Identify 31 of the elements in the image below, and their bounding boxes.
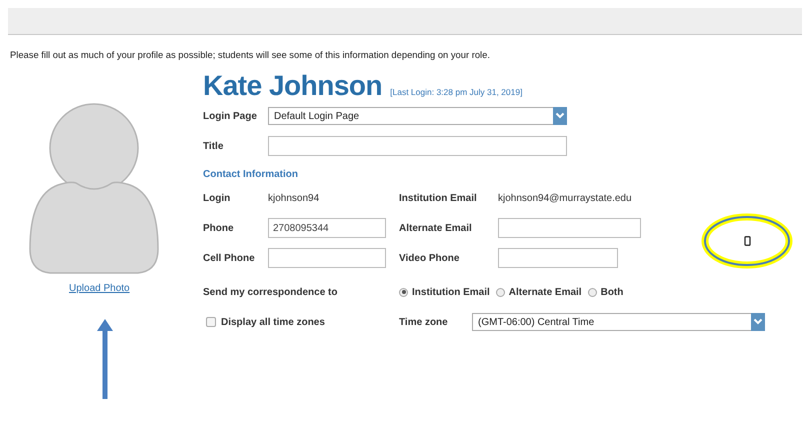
field-value: kjohnson94 <box>268 192 320 204</box>
field-label: Time zone <box>399 316 449 328</box>
caret-icon <box>751 313 765 331</box>
intro-text: Please fill out as much of your profile as possible; students will see some of this information depending on your role. <box>10 49 490 60</box>
input-field[interactable] <box>498 248 618 268</box>
dropdown[interactable]: Default Login Page <box>268 107 567 125</box>
input-field[interactable] <box>268 136 567 156</box>
field-label: Cell Phone <box>203 252 256 264</box>
field-label: Alternate Email <box>399 222 473 234</box>
checkbox-option[interactable]: Display all time zones <box>203 316 399 328</box>
field-label: Login <box>203 192 232 204</box>
input-field[interactable] <box>268 248 386 268</box>
field-value: kjohnson94@murraystate.edu <box>498 192 632 204</box>
dropdown[interactable]: (GMT-06:00) Central Time <box>472 313 765 331</box>
field-label: Send my correspondence to <box>203 286 338 298</box>
user-name: Kate Johnson <box>203 71 382 101</box>
phone-icon <box>744 236 750 246</box>
radio-option[interactable]: Both <box>588 286 624 298</box>
section-heading: Contact Information <box>203 169 299 182</box>
input-field[interactable] <box>498 218 641 238</box>
field-label: Phone <box>203 222 235 234</box>
upload-photo-link[interactable]: Upload Photo <box>69 283 130 294</box>
input-field[interactable]: 2708095344 <box>268 218 386 238</box>
field-label: Institution Email <box>399 192 478 204</box>
caret-icon <box>553 107 567 125</box>
field-label: Title <box>203 140 224 152</box>
last-login-text: [Last Login: 3:28 pm July 31, 2019] <box>390 87 522 97</box>
radio-option[interactable]: Alternate Email <box>496 286 582 298</box>
field-label: Login Page <box>203 110 258 122</box>
radio-option[interactable]: Institution Email <box>399 286 490 298</box>
field-label: Video Phone <box>399 252 460 264</box>
